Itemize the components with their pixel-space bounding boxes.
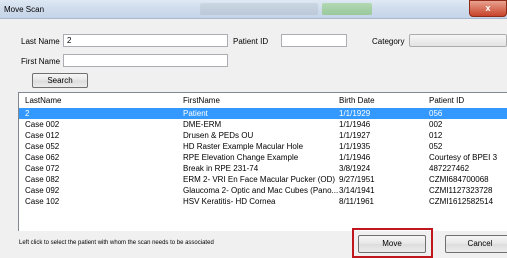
category-select[interactable] xyxy=(409,34,507,47)
cell-birth-date: 1/1/1946 xyxy=(339,120,371,129)
cell-firstname: Break in RPE 231-74 xyxy=(183,164,259,173)
cell-firstname: Glaucoma 2- Optic and Mac Cubes (Pano... xyxy=(183,186,339,195)
cell-patient-id: CZMI1127323728 xyxy=(429,186,493,195)
patient-id-label: Patient ID xyxy=(233,37,269,46)
last-name-label: Last Name xyxy=(21,37,60,46)
cell-lastname: Case 002 xyxy=(25,120,60,129)
table-row[interactable]: Case 072 Break in RPE 231-74 3/8/1924 48722… xyxy=(19,163,507,174)
first-name-label: First Name xyxy=(21,57,61,66)
cell-patient-id: 002 xyxy=(429,120,443,129)
table-row[interactable]: Case 002 DME-ERM 1/1/1946 002 xyxy=(19,119,507,130)
cancel-button[interactable]: Cancel xyxy=(445,235,507,253)
title-bar[interactable]: Move Scan x xyxy=(0,0,507,19)
column-header-birth-date[interactable]: Birth Date xyxy=(339,96,375,105)
first-name-field[interactable] xyxy=(63,54,228,67)
cell-birth-date: 1/1/1935 xyxy=(339,142,371,151)
column-header-firstname[interactable]: FirstName xyxy=(183,96,220,105)
cell-birth-date: 3/14/1941 xyxy=(339,186,375,195)
cell-patient-id: 487227462 xyxy=(429,164,470,173)
cell-patient-id: 056 xyxy=(429,109,443,118)
column-header-lastname[interactable]: LastName xyxy=(25,96,61,105)
table-row[interactable]: Case 012 Drusen & PEDs OU 1/1/1927 012 xyxy=(19,130,507,141)
cell-firstname: Drusen & PEDs OU xyxy=(183,131,254,140)
move-scan-dialog: Move Scan x Last Name 2 Patient ID Categ… xyxy=(0,0,507,258)
cell-firstname: RPE Elevation Change Example xyxy=(183,153,299,162)
cell-birth-date: 1/1/1946 xyxy=(339,153,371,162)
close-button[interactable]: x xyxy=(469,0,507,17)
patient-id-field[interactable] xyxy=(281,34,347,47)
cell-lastname: Case 082 xyxy=(25,175,60,184)
cell-birth-date: 3/8/1924 xyxy=(339,164,371,173)
cell-birth-date: 9/27/1951 xyxy=(339,175,375,184)
cell-lastname: 2 xyxy=(25,109,30,118)
cell-patient-id: Courtesy of BPEI 3 xyxy=(429,153,498,162)
close-icon: x xyxy=(485,3,491,13)
last-name-field[interactable]: 2 xyxy=(63,34,228,47)
cell-birth-date: 1/1/1927 xyxy=(339,131,371,140)
patient-list[interactable]: LastName FirstName Birth Date Patient ID… xyxy=(18,92,507,231)
cell-patient-id: 052 xyxy=(429,142,443,151)
cell-patient-id: CZMI684700068 xyxy=(429,175,489,184)
cell-firstname: HD Raster Example Macular Hole xyxy=(183,142,304,151)
table-row[interactable]: 2 Patient 1/1/1929 056 xyxy=(19,108,507,119)
search-button[interactable]: Search xyxy=(32,73,88,88)
category-label: Category xyxy=(372,37,405,46)
cell-birth-date: 1/1/1929 xyxy=(339,109,371,118)
window-title: Move Scan xyxy=(4,5,45,14)
table-row[interactable]: Case 082 ERM 2- VRI En Face Macular Pucke… xyxy=(19,174,507,185)
cell-lastname: Case 072 xyxy=(25,164,60,173)
cell-birth-date: 8/11/1961 xyxy=(339,197,374,206)
instruction-text: Left click to select the patient with wh… xyxy=(19,240,214,246)
cell-firstname: HSV Keratitis- HD Cornea xyxy=(183,197,276,206)
move-button-highlight xyxy=(352,228,433,258)
cell-lastname: Case 092 xyxy=(25,186,60,195)
taskbar-blur xyxy=(322,3,372,15)
taskbar-blur xyxy=(200,3,318,15)
cell-firstname: ERM 2- VRI En Face Macular Pucker (OD) xyxy=(183,175,336,184)
list-header: LastName FirstName Birth Date Patient ID xyxy=(19,93,507,106)
table-row[interactable]: Case 062 RPE Elevation Change Example 1/1/… xyxy=(19,152,507,163)
cell-lastname: Case 012 xyxy=(25,131,60,140)
cell-patient-id: 012 xyxy=(429,131,443,140)
cell-lastname: Case 062 xyxy=(25,153,60,162)
column-header-patient-id[interactable]: Patient ID xyxy=(429,96,464,105)
table-row[interactable]: Case 052 HD Raster Example Macular Hole 1/… xyxy=(19,141,507,152)
cell-patient-id: CZMI1612582514 xyxy=(429,197,494,206)
cell-firstname: DME-ERM xyxy=(183,120,222,129)
cell-lastname: Case 052 xyxy=(25,142,60,151)
cell-lastname: Case 102 xyxy=(25,197,60,206)
cell-firstname: Patient xyxy=(183,109,208,118)
table-row[interactable]: Case 092 Glaucoma 2- Optic and Mac Cubes … xyxy=(19,185,507,196)
table-row[interactable]: Case 102 HSV Keratitis- HD Cornea 8/11/196… xyxy=(19,196,507,207)
